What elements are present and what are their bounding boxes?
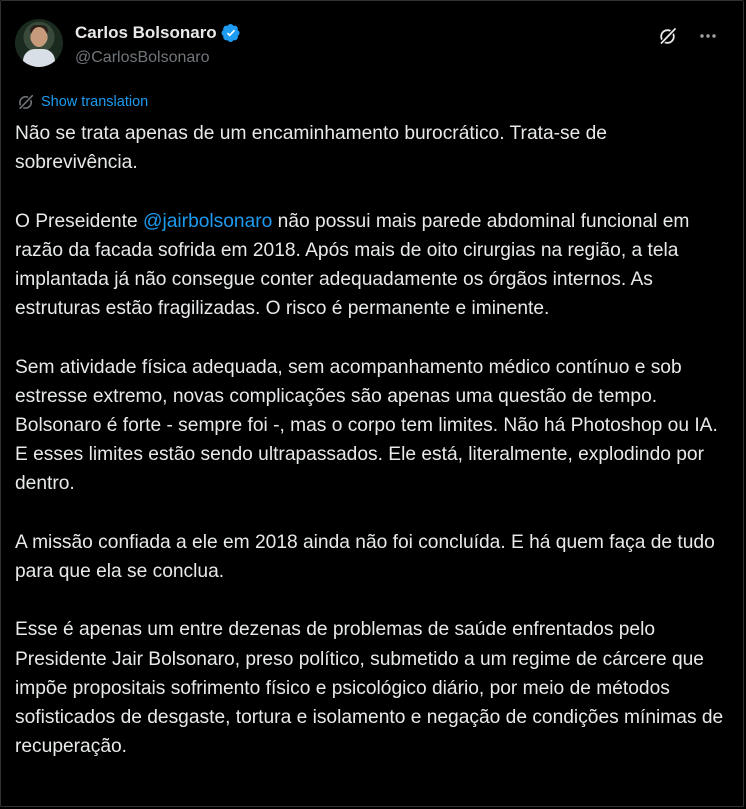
author-handle[interactable]: @CarlosBolsonaro [75,49,210,67]
translate-icon [18,93,35,111]
post-paragraph-1: Não se trata apenas de um encaminhamento… [15,123,607,174]
post-paragraph-2-start: O Preseidente [15,210,143,232]
post-actions-top [657,25,719,47]
post-paragraph-2: O Preseidente @jairbolsonaro não possui … [15,207,729,324]
post-paragraph-4: Bolsonaro é forte - sempre foi -, mas o … [15,415,718,495]
mention-link[interactable]: @jairbolsonaro [143,211,272,232]
more-horizontal-icon[interactable] [697,25,719,47]
verified-badge-icon [221,24,240,42]
post-paragraph-3: Sem atividade física adequada, sem acomp… [15,356,682,407]
show-translation-link[interactable]: Show translation [17,93,148,111]
avatar-shirt [23,49,55,67]
post-card: Carlos Bolsonaro @CarlosBolsonaro Show t… [0,0,744,807]
avatar-head [31,27,47,47]
post-header: Carlos Bolsonaro @CarlosBolsonaro [15,17,729,69]
author-name-row[interactable]: Carlos Bolsonaro [75,23,241,43]
author-name[interactable]: Carlos Bolsonaro [75,23,217,43]
avatar[interactable] [15,19,63,67]
show-translation-label[interactable]: Show translation [41,94,148,110]
post-paragraph-5: A missão confiada a ele em 2018 ainda nã… [15,531,715,582]
post-text: Não se trata apenas de um encaminhamento… [15,119,729,761]
grok-slash-icon[interactable] [657,25,679,47]
post-paragraph-6: Esse é apenas um entre dezenas de proble… [15,619,724,758]
